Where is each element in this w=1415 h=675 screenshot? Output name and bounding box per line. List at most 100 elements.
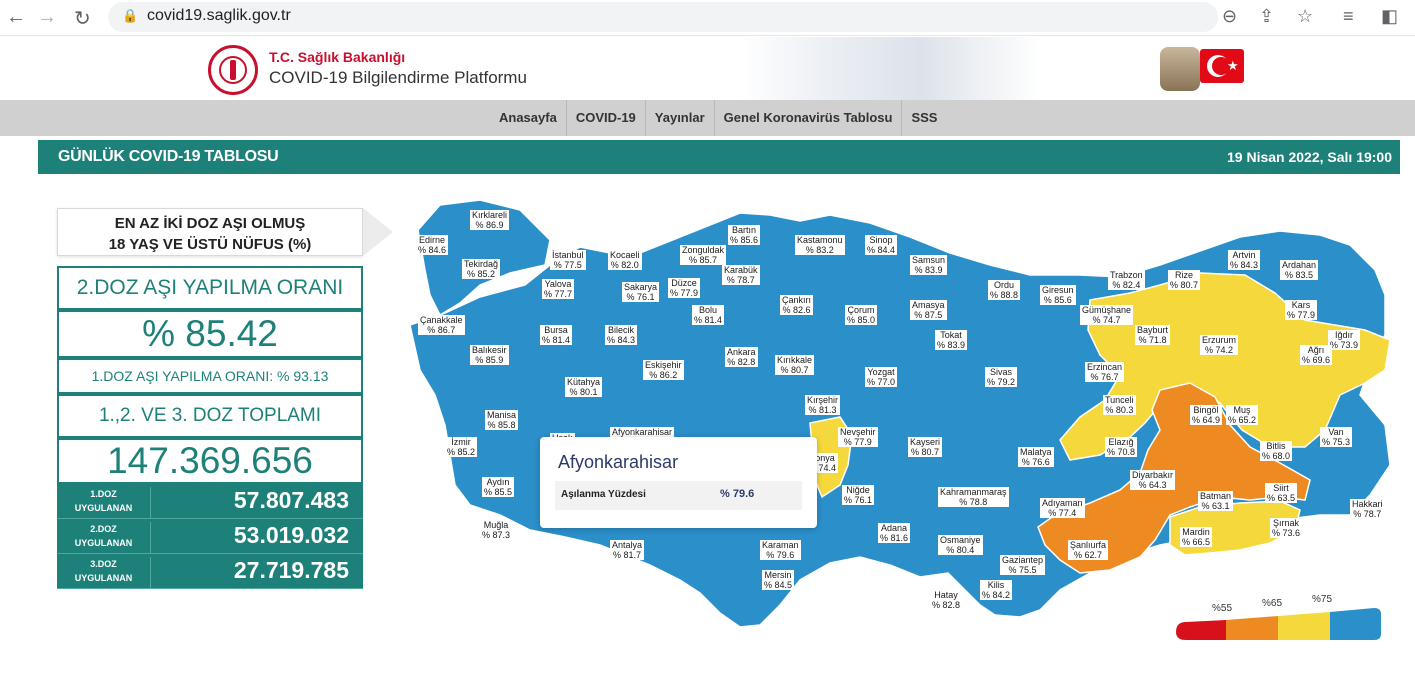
province-label[interactable]: Çanakkale% 86.7 [418, 315, 465, 335]
bookmark-star-icon[interactable]: ☆ [1297, 6, 1313, 27]
province-label[interactable]: Bartın% 85.6 [728, 225, 761, 245]
province-label[interactable]: Çorum% 85.0 [845, 305, 878, 325]
province-label[interactable]: Karabük% 78.7 [722, 265, 760, 285]
province-label[interactable]: Iğdır% 73.9 [1328, 330, 1361, 350]
province-label[interactable]: Van% 75.3 [1320, 427, 1353, 447]
province-label[interactable]: Karaman% 79.6 [760, 540, 801, 560]
province-label[interactable]: Kırklareli% 86.9 [470, 210, 510, 230]
province-label[interactable]: Amasya% 87.5 [910, 300, 947, 320]
province-label[interactable]: Yalova% 77.7 [542, 279, 575, 299]
province-label[interactable]: Manisa% 85.8 [485, 410, 519, 430]
province-label[interactable]: Artvin% 84.3 [1228, 250, 1261, 270]
platform-name[interactable]: COVID-19 Bilgilendirme Platformu [269, 68, 527, 88]
url-text[interactable]: covid19.saglik.gov.tr [147, 7, 291, 25]
province-name: Afyonkarahisar [610, 427, 675, 437]
province-label[interactable]: Mardin% 66.5 [1180, 527, 1213, 547]
province-label[interactable]: Afyonkarahisar [610, 427, 675, 437]
province-label[interactable]: Şanlıurfa% 62.7 [1068, 540, 1109, 560]
province-label[interactable]: Tokat% 83.9 [935, 330, 968, 350]
province-label[interactable]: Yozgat% 77.0 [865, 367, 898, 387]
province-label[interactable]: Antalya% 81.7 [610, 540, 645, 560]
province-label[interactable]: Siirt% 63.5 [1265, 483, 1298, 503]
province-label[interactable]: Tekirdağ% 85.2 [462, 259, 501, 279]
province-label[interactable]: Osmaniye% 80.4 [938, 535, 983, 555]
province-label[interactable]: Edirne% 84.6 [416, 235, 449, 255]
province-name: Ağrı [1300, 345, 1333, 355]
province-name: Bingöl [1190, 405, 1223, 415]
province-label[interactable]: İzmir% 85.2 [445, 437, 478, 457]
menu-item-publications[interactable]: Yayınlar [646, 100, 715, 136]
back-arrow-icon[interactable]: ← [6, 6, 26, 29]
province-label[interactable]: Ankara% 82.8 [725, 347, 758, 367]
ministry-name[interactable]: T.C. Sağlık Bakanlığı [269, 49, 405, 65]
province-label[interactable]: Düzce% 77.9 [668, 278, 701, 298]
province-label[interactable]: Ardahan% 83.5 [1280, 260, 1319, 280]
province-label[interactable]: Sakarya% 76.1 [622, 282, 660, 302]
zoom-icon[interactable]: ⊖ [1222, 6, 1237, 27]
total-doses-label: 1.,2. VE 3. DOZ TOPLAMI [57, 394, 363, 438]
province-label[interactable]: Rize% 80.7 [1168, 270, 1201, 290]
province-label[interactable]: Kocaeli% 82.0 [608, 250, 642, 270]
province-label[interactable]: Bilecik% 84.3 [605, 325, 638, 345]
province-label[interactable]: Sivas% 79.2 [985, 367, 1018, 387]
province-label[interactable]: Gümüşhane% 74.7 [1080, 305, 1134, 325]
lock-icon[interactable]: 🔒 [122, 8, 138, 24]
province-label[interactable]: Batman% 63.1 [1198, 491, 1234, 511]
province-label[interactable]: Giresun% 85.6 [1040, 285, 1076, 305]
province-label[interactable]: Bursa% 81.4 [540, 325, 573, 345]
province-label[interactable]: Bolu% 81.4 [692, 305, 725, 325]
province-label[interactable]: Zonguldak% 85.7 [680, 245, 727, 265]
province-label[interactable]: Erzincan% 76.7 [1085, 362, 1125, 382]
province-label[interactable]: Malatya% 76.6 [1018, 447, 1054, 467]
menu-item-faq[interactable]: SSS [902, 100, 946, 136]
province-label[interactable]: Kütahya% 80.1 [565, 377, 603, 397]
province-label[interactable]: Ağrı% 69.6 [1300, 345, 1333, 365]
province-label[interactable]: Nevşehir% 77.9 [838, 427, 878, 447]
province-label[interactable]: Şırnak% 73.6 [1270, 518, 1303, 538]
province-label[interactable]: Mersin% 84.5 [762, 570, 795, 590]
reload-icon[interactable]: ↻ [74, 6, 91, 31]
province-label[interactable]: Aydın% 85.5 [482, 477, 515, 497]
share-icon[interactable]: ⇪ [1259, 6, 1274, 27]
province-label[interactable]: Samsun% 83.9 [910, 255, 948, 275]
side-panel-icon[interactable]: ◧ [1381, 6, 1398, 27]
province-label[interactable]: Adıyaman% 77.4 [1040, 498, 1085, 518]
province-label[interactable]: Kırşehir% 81.3 [805, 395, 841, 415]
forward-arrow-icon[interactable]: → [37, 6, 57, 29]
province-label[interactable]: Gaziantep% 75.5 [1000, 555, 1046, 575]
province-label[interactable]: Bitlis% 68.0 [1260, 441, 1293, 461]
province-label[interactable]: Adana% 81.6 [878, 523, 911, 543]
province-label[interactable]: Tunceli% 80.3 [1103, 395, 1136, 415]
ministry-logo-icon[interactable] [208, 45, 258, 95]
province-label[interactable]: Eskişehir% 86.2 [643, 360, 684, 380]
menu-item-general-table[interactable]: Genel Koronavirüs Tablosu [715, 100, 903, 136]
province-label[interactable]: Niğde% 76.1 [842, 485, 875, 505]
turkey-vaccination-map[interactable]: Kırklareli% 86.9 Edirne% 84.6 Tekirdağ% 85… [400, 185, 1400, 645]
province-label[interactable]: Balıkesir% 85.9 [470, 345, 509, 365]
province-label[interactable]: İstanbul% 77.5 [550, 250, 586, 270]
province-label[interactable]: Hatay% 82.8 [930, 590, 963, 610]
dose-label-sub: UYGULANAN [74, 503, 133, 513]
province-label[interactable]: Elazığ% 70.8 [1105, 437, 1138, 457]
province-label[interactable]: Kars% 77.9 [1285, 300, 1318, 320]
province-label[interactable]: Trabzon% 82.4 [1108, 270, 1145, 290]
province-label[interactable]: Bingöl% 64.9 [1190, 405, 1223, 425]
province-label[interactable]: Çankırı% 82.6 [780, 295, 814, 315]
province-label[interactable]: Kırıkkale% 80.7 [775, 355, 815, 375]
province-label[interactable]: Muş% 65.2 [1226, 405, 1259, 425]
province-value: % 81.3 [805, 405, 841, 415]
province-label[interactable]: Kayseri% 80.7 [908, 437, 943, 457]
province-label[interactable]: Kahramanmaraş% 78.8 [938, 487, 1009, 507]
province-label[interactable]: Hakkari% 78.7 [1350, 499, 1385, 519]
province-label[interactable]: Erzurum% 74.2 [1200, 335, 1239, 355]
province-label[interactable]: Kastamonu% 83.2 [795, 235, 845, 255]
province-label[interactable]: Sinop% 84.4 [865, 235, 898, 255]
province-label[interactable]: Ordu% 88.8 [988, 280, 1021, 300]
province-label[interactable]: Muğla% 87.3 [480, 520, 513, 540]
menu-item-covid19[interactable]: COVID-19 [567, 100, 646, 136]
menu-item-home[interactable]: Anasayfa [490, 100, 567, 136]
media-control-icon[interactable]: ≡ [1343, 6, 1354, 27]
province-label[interactable]: Kilis% 84.2 [980, 580, 1013, 600]
province-label[interactable]: Diyarbakır% 64.3 [1130, 470, 1176, 490]
province-label[interactable]: Bayburt% 71.8 [1135, 325, 1171, 345]
